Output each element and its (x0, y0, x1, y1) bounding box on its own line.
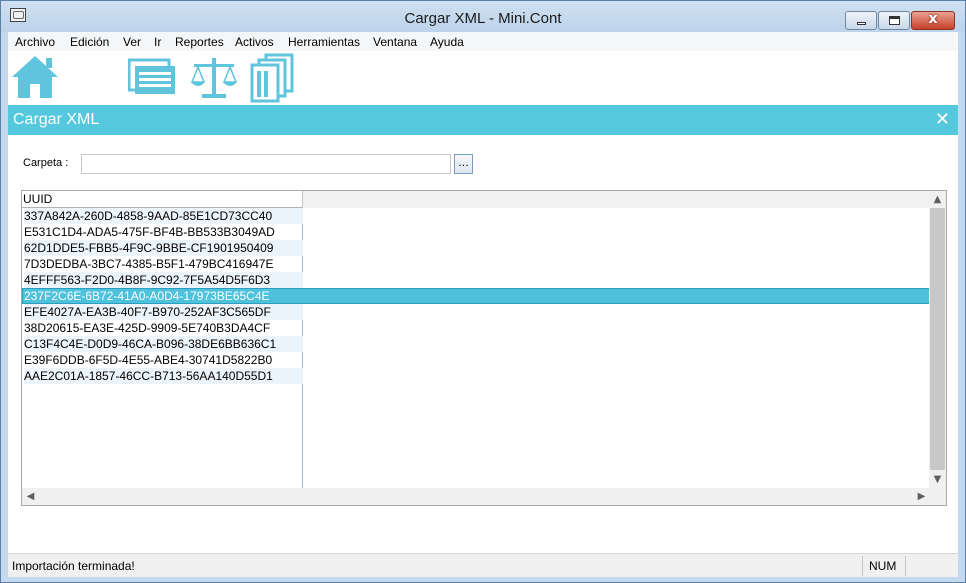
table-row[interactable]: 62D1DDE5-FBB5-4F9C-9BBE-CF1901950409 (22, 240, 930, 256)
menu-ayuda[interactable]: Ayuda (430, 35, 464, 49)
uuid-cell: EFE4027A-EA3B-40F7-B970-252AF3C565DF (24, 304, 303, 320)
status-separator (862, 556, 863, 576)
uuid-list[interactable]: UUID 337A842A-260D-4858-9AAD-85E1CD73CC4… (21, 190, 947, 506)
menu-ver[interactable]: Ver (123, 35, 141, 49)
status-bar: Importación terminada! NUM (8, 553, 958, 577)
status-separator (905, 556, 906, 576)
scroll-right-icon[interactable]: ▶ (913, 488, 930, 505)
scrollbar-corner (929, 488, 946, 505)
folder-label: Carpeta : (23, 157, 69, 169)
balance-scale-icon[interactable] (190, 56, 238, 100)
scroll-up-icon[interactable]: ▲ (929, 191, 946, 208)
menu-bar: Archivo Edición Ver Ir Reportes Activos … (8, 32, 958, 51)
window-title: Cargar XML - Mini.Cont (404, 10, 562, 27)
menu-herramientas[interactable]: Herramientas (288, 35, 360, 49)
uuid-cell: 62D1DDE5-FBB5-4F9C-9BBE-CF1901950409 (24, 240, 303, 256)
maximize-icon (889, 16, 900, 25)
toolbar (8, 51, 958, 105)
table-row[interactable]: 7D3DEDBA-3BC7-4385-B5F1-479BC416947E (22, 256, 930, 272)
uuid-cell: C13F4C4E-D0D9-46CA-B096-38DE6BB636C1 (24, 336, 303, 352)
uuid-cell: 337A842A-260D-4858-9AAD-85E1CD73CC40 (24, 208, 303, 224)
folder-input[interactable] (81, 154, 451, 174)
vertical-scrollbar[interactable]: ▲ ▼ (929, 191, 946, 488)
menu-reportes[interactable]: Reportes (175, 35, 224, 49)
uuid-cell: 7D3DEDBA-3BC7-4385-B5F1-479BC416947E (24, 257, 274, 271)
browse-button[interactable]: ... (454, 154, 473, 174)
vertical-scroll-thumb[interactable] (930, 208, 945, 470)
menu-ventana[interactable]: Ventana (373, 35, 417, 49)
table-row[interactable]: 4EFFF563-F2D0-4B8F-9C92-7F5A54D5F6D3 (22, 272, 930, 288)
close-window-button[interactable]: x (911, 11, 955, 30)
status-message: Importación terminada! (12, 559, 135, 573)
table-row[interactable]: EFE4027A-EA3B-40F7-B970-252AF3C565DF (22, 304, 930, 320)
uuid-cell: AAE2C01A-1857-46CC-B713-56AA140D55D1 (24, 368, 303, 384)
list-header: UUID (22, 191, 930, 208)
report-pages-icon[interactable] (250, 53, 294, 103)
table-row[interactable]: 337A842A-260D-4858-9AAD-85E1CD73CC40 (22, 208, 930, 224)
documents-icon[interactable] (128, 58, 178, 96)
table-row[interactable]: E531C1D4-ADA5-475F-BF4B-BB533B3049AD (22, 224, 930, 240)
table-row[interactable]: E39F6DDB-6F5D-4E55-ABE4-30741D5822B0 (22, 352, 930, 368)
panel-title: Cargar XML (13, 111, 100, 128)
menu-archivo[interactable]: Archivo (15, 35, 55, 49)
column-header-uuid[interactable]: UUID (22, 191, 303, 208)
uuid-cell: 38D20615-EA3E-425D-9909-5E740B3DA4CF (24, 321, 271, 335)
title-bar[interactable]: Cargar XML - Mini.Cont x (1, 1, 965, 32)
list-rows: 337A842A-260D-4858-9AAD-85E1CD73CC40 E531… (22, 208, 930, 384)
close-icon: x (928, 11, 938, 27)
header-filler (303, 191, 930, 208)
uuid-cell: 4EFFF563-F2D0-4B8F-9C92-7F5A54D5F6D3 (24, 272, 303, 288)
uuid-cell: E531C1D4-ADA5-475F-BF4B-BB533B3049AD (24, 225, 275, 239)
scroll-down-icon[interactable]: ▼ (929, 471, 946, 488)
uuid-cell: E39F6DDB-6F5D-4E55-ABE4-30741D5822B0 (24, 353, 273, 367)
home-icon[interactable] (10, 54, 60, 100)
menu-ir[interactable]: Ir (154, 35, 161, 49)
horizontal-scrollbar[interactable]: ◀ ▶ (22, 488, 930, 505)
uuid-cell: 237F2C6E-6B72-41A0-A0D4-17973BE65C4E (24, 289, 270, 303)
minimize-icon (857, 22, 866, 25)
client-area: Archivo Edición Ver Ir Reportes Activos … (8, 32, 958, 577)
minimize-button[interactable] (845, 11, 877, 30)
menu-activos[interactable]: Activos (235, 35, 274, 49)
scroll-left-icon[interactable]: ◀ (22, 488, 39, 505)
panel-close-icon[interactable]: ✕ (935, 109, 950, 130)
table-row[interactable]: AAE2C01A-1857-46CC-B713-56AA140D55D1 (22, 368, 930, 384)
caption-buttons: x (845, 11, 955, 30)
panel-header: Cargar XML ✕ (8, 105, 958, 135)
menu-edicion[interactable]: Edición (70, 35, 109, 49)
maximize-button[interactable] (878, 11, 910, 30)
table-row-selected[interactable]: 237F2C6E-6B72-41A0-A0D4-17973BE65C4E (22, 288, 930, 304)
table-row[interactable]: C13F4C4E-D0D9-46CA-B096-38DE6BB636C1 (22, 336, 930, 352)
app-window: Cargar XML - Mini.Cont x Archivo Edición… (0, 0, 966, 583)
num-lock-indicator: NUM (869, 559, 897, 573)
table-row[interactable]: 38D20615-EA3E-425D-9909-5E740B3DA4CF (22, 320, 930, 336)
